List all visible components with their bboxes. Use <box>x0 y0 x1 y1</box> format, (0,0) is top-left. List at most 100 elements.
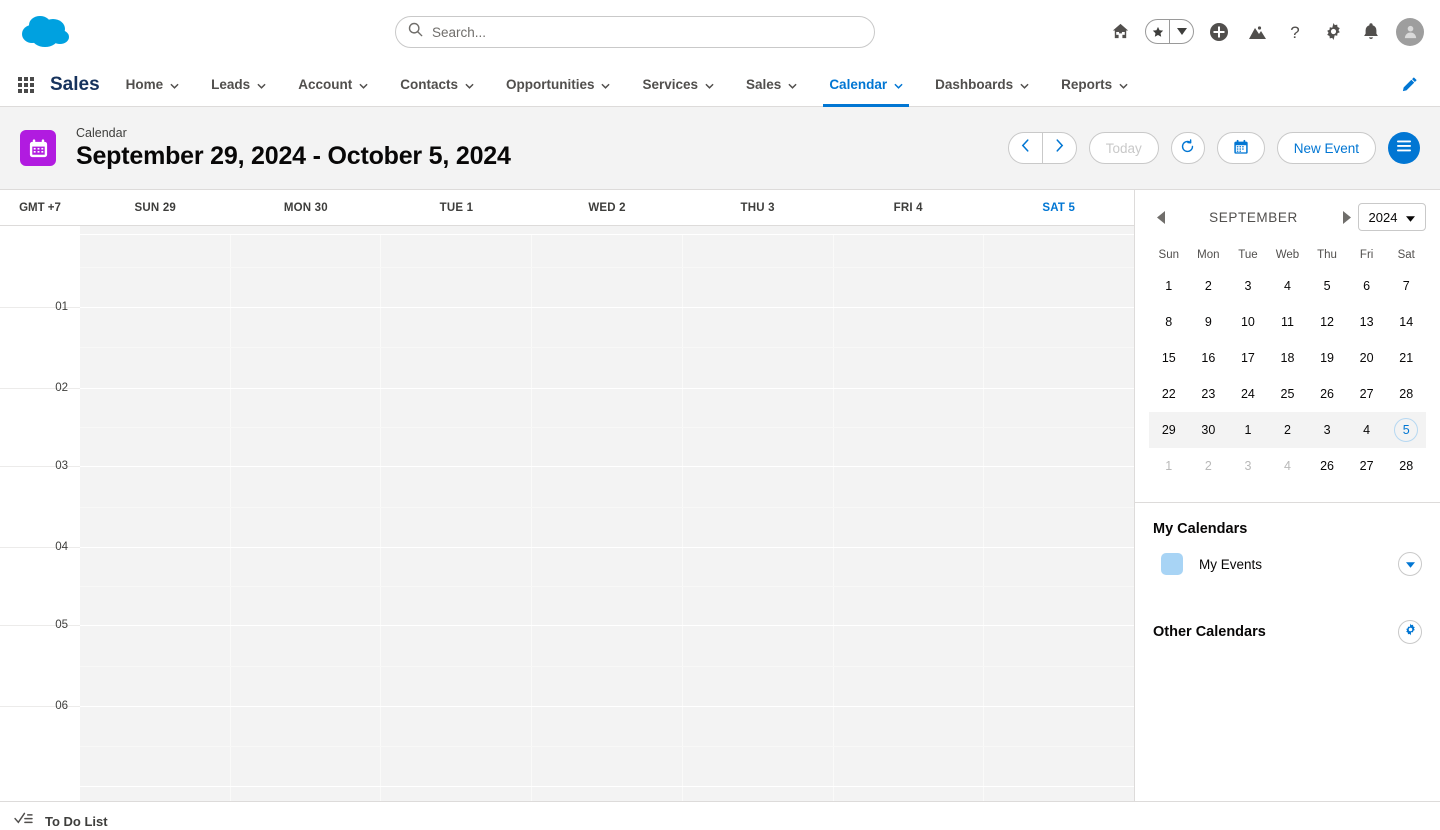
mini-cal-day[interactable]: 5 <box>1307 268 1347 304</box>
home-icon[interactable] <box>1101 13 1139 51</box>
mini-cal-day[interactable]: 30 <box>1188 412 1229 448</box>
day-header-mon[interactable]: MON 30 <box>231 190 382 225</box>
mini-cal-day[interactable]: 6 <box>1347 268 1387 304</box>
nav-item-reports[interactable]: Reports <box>1045 63 1144 106</box>
day-header-fri[interactable]: FRI 4 <box>833 190 984 225</box>
mini-cal-day[interactable]: 23 <box>1189 376 1229 412</box>
my-events-dropdown-button[interactable] <box>1398 552 1422 576</box>
nav-item-home[interactable]: Home <box>110 63 196 106</box>
nav-item-sales[interactable]: Sales <box>730 63 813 106</box>
mini-cal-day[interactable]: 4 <box>1346 412 1387 448</box>
mini-cal-day[interactable]: 1 <box>1149 448 1189 484</box>
mini-cal-day[interactable]: 28 <box>1386 448 1426 484</box>
mini-cal-day[interactable]: 26 <box>1307 376 1347 412</box>
day-header-sun[interactable]: SUN 29 <box>80 190 231 225</box>
day-column-sat[interactable] <box>984 226 1134 801</box>
favorites-star-icon[interactable] <box>1146 20 1169 43</box>
mini-cal-day-today[interactable]: 5 <box>1386 412 1426 448</box>
mini-cal-day[interactable]: 28 <box>1386 376 1426 412</box>
mini-cal-day[interactable]: 4 <box>1268 268 1308 304</box>
nav-item-account[interactable]: Account <box>282 63 384 106</box>
mini-cal-day[interactable]: 16 <box>1189 340 1229 376</box>
mini-cal-day[interactable]: 29 <box>1149 412 1189 448</box>
day-column-thu[interactable] <box>683 226 834 801</box>
day-header-wed[interactable]: WED 2 <box>532 190 683 225</box>
mini-cal-day[interactable]: 10 <box>1228 304 1268 340</box>
nav-item-services[interactable]: Services <box>626 63 730 106</box>
mini-cal-day[interactable]: 1 <box>1149 268 1189 304</box>
mini-cal-prev-icon[interactable] <box>1149 205 1173 229</box>
my-events-row[interactable]: My Events <box>1153 552 1422 576</box>
favorites-dropdown-icon[interactable] <box>1170 20 1193 43</box>
mini-cal-day[interactable]: 22 <box>1149 376 1189 412</box>
search-input[interactable]: Search... <box>395 16 875 48</box>
mini-cal-day[interactable]: 2 <box>1267 412 1308 448</box>
nav-item-dashboards[interactable]: Dashboards <box>919 63 1045 106</box>
my-events-color-swatch[interactable] <box>1161 553 1183 575</box>
day-column-mon[interactable] <box>231 226 382 801</box>
day-header-tue[interactable]: TUE 1 <box>381 190 532 225</box>
notifications-bell-icon[interactable] <box>1352 13 1390 51</box>
mini-cal-day[interactable]: 24 <box>1228 376 1268 412</box>
mini-cal-day[interactable]: 27 <box>1347 448 1387 484</box>
app-launcher-waffle-icon[interactable] <box>0 63 38 106</box>
mini-cal-day[interactable]: 25 <box>1268 376 1308 412</box>
day-column-wed[interactable] <box>532 226 683 801</box>
date-picker-button[interactable] <box>1216 132 1265 164</box>
mini-cal-day[interactable]: 1 <box>1228 412 1268 448</box>
add-icon[interactable] <box>1200 13 1238 51</box>
mini-cal-next-icon[interactable] <box>1334 205 1358 229</box>
mini-cal-day[interactable]: 27 <box>1347 376 1387 412</box>
all-day-row[interactable] <box>80 226 1134 235</box>
day-header-sat[interactable]: SAT 5 <box>983 190 1134 225</box>
new-event-button[interactable]: New Event <box>1276 132 1376 164</box>
mini-cal-day[interactable]: 3 <box>1307 412 1347 448</box>
image-icon[interactable] <box>1238 13 1276 51</box>
mini-calendar-month[interactable]: SEPTEMBER <box>1173 210 1334 225</box>
other-calendars-settings-button[interactable] <box>1398 620 1422 644</box>
salesforce-cloud-logo[interactable] <box>20 13 74 51</box>
nav-item-opportunities[interactable]: Opportunities <box>490 63 627 106</box>
calendar-menu-button[interactable] <box>1388 132 1420 164</box>
caret-down-icon <box>1405 555 1415 573</box>
mini-cal-day[interactable]: 11 <box>1268 304 1308 340</box>
next-week-button[interactable] <box>1043 133 1076 163</box>
mini-cal-day[interactable]: 8 <box>1149 304 1189 340</box>
mini-cal-day[interactable]: 4 <box>1268 448 1308 484</box>
mini-cal-day[interactable]: 12 <box>1307 304 1347 340</box>
mini-cal-day[interactable]: 9 <box>1189 304 1229 340</box>
mini-cal-day[interactable]: 20 <box>1347 340 1387 376</box>
help-icon[interactable]: ? <box>1276 13 1314 51</box>
mini-cal-day[interactable]: 7 <box>1386 268 1426 304</box>
mini-calendar-year-select[interactable]: 2024 <box>1358 203 1426 231</box>
day-column-tue[interactable] <box>381 226 533 801</box>
user-avatar[interactable] <box>1396 17 1424 46</box>
mini-cal-day[interactable]: 2 <box>1189 448 1229 484</box>
nav-item-leads[interactable]: Leads <box>195 63 282 106</box>
app-name[interactable]: Sales <box>50 63 100 106</box>
favorites-pill[interactable] <box>1145 19 1194 44</box>
todo-list-label[interactable]: To Do List <box>45 814 108 829</box>
mini-cal-day[interactable]: 13 <box>1347 304 1387 340</box>
mini-cal-day[interactable]: 14 <box>1386 304 1426 340</box>
time-grid[interactable]: 01 02 03 04 05 06 <box>0 226 1134 801</box>
mini-cal-day[interactable]: 2 <box>1189 268 1229 304</box>
refresh-button[interactable] <box>1170 132 1205 164</box>
mini-cal-day[interactable]: 18 <box>1268 340 1308 376</box>
day-header-thu[interactable]: THU 3 <box>682 190 833 225</box>
setup-gear-icon[interactable] <box>1314 13 1352 51</box>
mini-cal-day[interactable]: 17 <box>1228 340 1268 376</box>
nav-item-contacts[interactable]: Contacts <box>384 63 490 106</box>
mini-cal-day[interactable]: 3 <box>1228 448 1268 484</box>
mini-cal-day[interactable]: 3 <box>1228 268 1268 304</box>
today-button[interactable]: Today <box>1088 132 1159 164</box>
mini-cal-day[interactable]: 19 <box>1307 340 1347 376</box>
pencil-edit-icon[interactable] <box>1401 63 1418 106</box>
day-column-sun[interactable] <box>80 226 231 801</box>
nav-item-calendar[interactable]: Calendar <box>813 63 919 107</box>
mini-cal-day[interactable]: 15 <box>1149 340 1189 376</box>
day-column-fri[interactable] <box>834 226 985 801</box>
mini-cal-day[interactable]: 21 <box>1386 340 1426 376</box>
previous-week-button[interactable] <box>1009 133 1042 163</box>
mini-cal-day[interactable]: 26 <box>1307 448 1347 484</box>
